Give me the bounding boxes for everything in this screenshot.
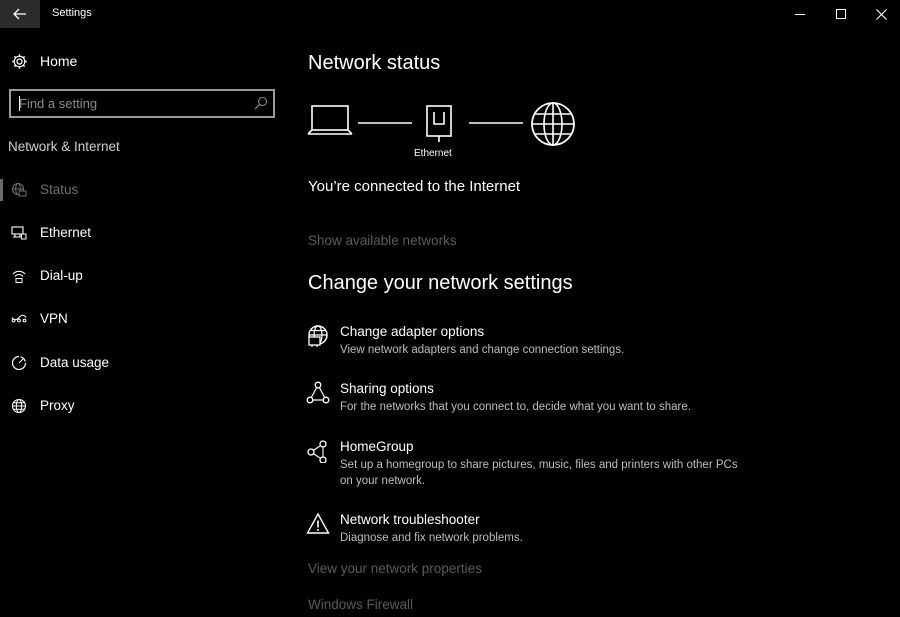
status-globe-icon (11, 182, 27, 197)
show-networks-link[interactable]: Show available networks (308, 233, 457, 248)
sidebar-item-label: Dial-up (40, 268, 83, 283)
view-network-properties-link[interactable]: View your network properties (308, 561, 482, 576)
adapter-icon (308, 325, 328, 347)
data-usage-icon (11, 355, 27, 371)
internet-globe-icon (531, 102, 575, 146)
search-input[interactable] (11, 91, 254, 116)
windows-firewall-link[interactable]: Windows Firewall (308, 597, 413, 612)
window-title: Settings (52, 7, 92, 19)
title-bar: Settings (0, 0, 900, 28)
sidebar-item-proxy[interactable]: Proxy (0, 395, 280, 417)
ethernet-plug-icon (426, 105, 452, 142)
sidebar-item-label: VPN (40, 311, 68, 326)
minimize-button[interactable] (777, 0, 822, 28)
dialup-icon (12, 270, 26, 283)
sidebar-item-ethernet[interactable]: Ethernet (0, 222, 280, 244)
sidebar-section-title: Network & Internet (8, 139, 120, 154)
gear-icon (12, 53, 27, 69)
close-icon (876, 8, 887, 20)
sidebar-item-vpn[interactable]: VPN (0, 308, 280, 330)
home-label: Home (40, 53, 78, 69)
page-title: Network status (308, 52, 441, 74)
option-description: For the networks that you connect to, de… (340, 401, 691, 413)
option-title: HomeGroup (340, 439, 414, 454)
network-diagram (307, 102, 575, 146)
close-button[interactable] (859, 0, 900, 28)
sidebar-item-label: Ethernet (40, 225, 92, 240)
back-button[interactable] (0, 0, 40, 28)
change-adapter-options[interactable]: Change adapter options View network adap… (306, 324, 866, 364)
option-title: Change adapter options (340, 324, 485, 339)
sidebar-item-label: Data usage (40, 355, 110, 370)
connection-status: You’re connected to the Internet (308, 178, 521, 195)
maximize-button[interactable] (818, 0, 863, 28)
option-description: View network adapters and change connect… (340, 344, 625, 356)
warning-icon (306, 512, 330, 534)
active-indicator (0, 179, 3, 201)
option-title: Sharing options (340, 381, 434, 396)
minimize-icon (794, 14, 805, 15)
sidebar-item-label: Proxy (40, 398, 75, 413)
sidebar-item-dialup[interactable]: Dial-up (0, 265, 280, 287)
change-settings-heading: Change your network settings (308, 272, 573, 294)
search-box[interactable] (9, 89, 275, 118)
option-title: Network troubleshooter (340, 512, 480, 527)
sidebar-item-status[interactable]: Status (0, 179, 280, 201)
homegroup[interactable]: HomeGroup Set up a homegroup to share pi… (306, 439, 866, 495)
sidebar-home[interactable]: Home (11, 51, 77, 71)
sidebar-item-data-usage[interactable]: Data usage (0, 352, 280, 374)
sidebar-item-label: Status (40, 182, 79, 197)
ethernet-label: Ethernet (414, 148, 452, 159)
vpn-icon (11, 314, 27, 323)
laptop-icon (307, 105, 353, 135)
ethernet-icon (11, 226, 27, 240)
search-icon[interactable] (254, 96, 268, 110)
sharing-icon (306, 381, 330, 404)
back-arrow-icon (13, 8, 26, 20)
homegroup-icon (307, 440, 327, 463)
globe-icon (11, 398, 27, 414)
option-description: Diagnose and fix network problems. (340, 532, 523, 544)
option-description: Set up a homegroup to share pictures, mu… (340, 459, 738, 487)
network-troubleshooter[interactable]: Network troubleshooter Diagnose and fix … (306, 512, 866, 552)
maximize-icon (835, 9, 846, 19)
text-caret (19, 96, 20, 111)
sharing-options[interactable]: Sharing options For the networks that yo… (306, 381, 866, 421)
